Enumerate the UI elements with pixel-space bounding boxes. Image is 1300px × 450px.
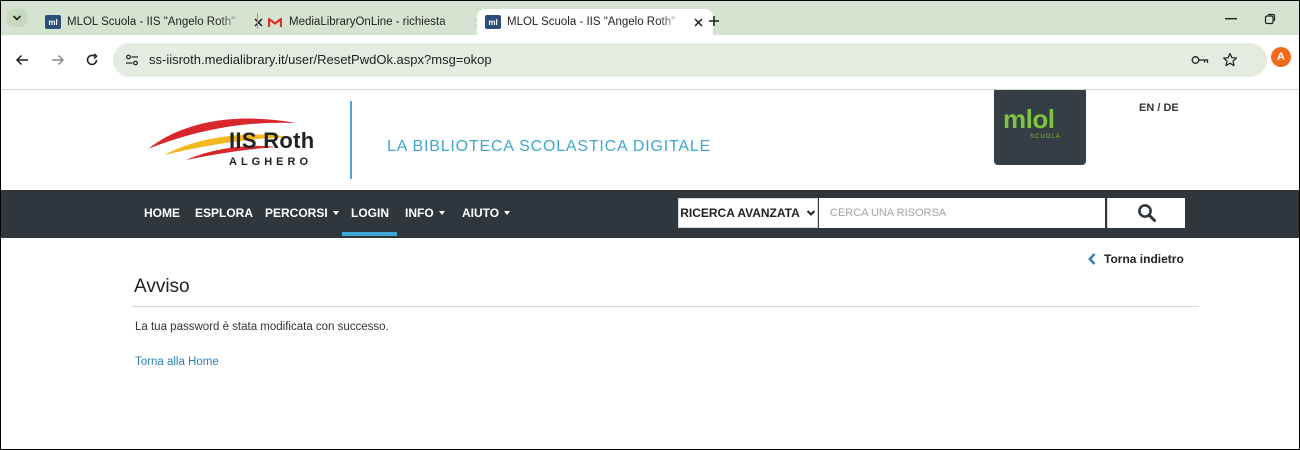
main-navigation: HOME ESPLORA PERCORSI LOGIN INFO AIUTO R…	[1, 190, 1299, 238]
nav-item-label: LOGIN	[351, 206, 389, 220]
back-arrow-icon[interactable]	[9, 47, 35, 73]
school-name: IIS Roth	[229, 128, 315, 153]
close-tab-icon[interactable]	[691, 15, 705, 29]
mlol-favicon-icon: ml	[45, 15, 61, 29]
header-divider	[350, 101, 352, 179]
password-key-icon[interactable]	[1189, 51, 1211, 69]
site-header: IIS Roth ALGHERO LA BIBLIOTECA SCOLASTIC…	[1, 90, 1299, 190]
browser-tab-1[interactable]: ml MLOL Scuola - IIS "Angelo Roth"	[45, 9, 265, 35]
search-icon	[1137, 204, 1156, 222]
tab-title: MediaLibraryOnLine - richiesta	[289, 16, 446, 28]
gmail-icon	[267, 15, 283, 29]
advanced-search-label: RICERCA AVANZATA	[680, 206, 800, 220]
nav-item-login[interactable]: LOGIN	[351, 206, 389, 220]
profile-avatar[interactable]: A	[1271, 47, 1291, 67]
mlol-scuola-logo[interactable]: mlol SCUOLA	[994, 90, 1086, 165]
title-divider	[132, 306, 1199, 307]
nav-item-label: PERCORSI	[265, 206, 328, 220]
language-switch[interactable]: EN / DE	[1139, 102, 1179, 114]
nav-item-home[interactable]: HOME	[144, 206, 180, 220]
reload-icon[interactable]	[79, 47, 105, 73]
nav-item-label: AIUTO	[462, 206, 500, 220]
new-tab-plus-icon[interactable]	[705, 12, 723, 30]
mlol-favicon-icon: ml	[485, 15, 501, 29]
page-title: Avviso	[134, 276, 190, 297]
browser-window: ml MLOL Scuola - IIS "Angelo Roth" Media…	[0, 0, 1300, 450]
search-button[interactable]	[1107, 198, 1185, 228]
back-link-label: Torna indietro	[1104, 252, 1184, 266]
tab-title: MLOL Scuola - IIS "Angelo Roth"	[507, 16, 676, 28]
browser-toolbar: ss-iisroth.medialibrary.it/user/ResetPwd…	[1, 35, 1299, 90]
tab-search-chevron-icon[interactable]	[7, 9, 27, 27]
minimize-icon[interactable]	[1219, 9, 1243, 29]
success-message: La tua password è stata modificata con s…	[135, 321, 389, 333]
caret-down-icon	[332, 211, 339, 215]
nav-item-esplora[interactable]: ESPLORA	[195, 206, 253, 220]
tab-strip: ml MLOL Scuola - IIS "Angelo Roth" Media…	[1, 1, 1299, 35]
site-info-icon[interactable]	[121, 50, 143, 70]
nav-item-label: HOME	[144, 206, 180, 220]
bookmark-star-icon[interactable]	[1219, 50, 1241, 70]
chevron-down-icon	[806, 210, 815, 216]
mlol-logo-text: mlol	[1003, 104, 1055, 134]
close-tab-icon[interactable]	[251, 15, 265, 29]
caret-down-icon	[504, 211, 511, 215]
nav-item-label: INFO	[405, 206, 434, 220]
back-to-home-link[interactable]: Torna alla Home	[135, 356, 219, 368]
url-text[interactable]: ss-iisroth.medialibrary.it/user/ResetPwd…	[149, 52, 492, 67]
advanced-search-dropdown[interactable]: RICERCA AVANZATA	[678, 198, 818, 228]
forward-arrow-icon[interactable]	[45, 47, 71, 73]
browser-tab-active[interactable]: ml MLOL Scuola - IIS "Angelo Roth"	[477, 9, 713, 35]
school-city: ALGHERO	[229, 156, 312, 168]
chevron-left-icon	[1088, 253, 1096, 265]
active-nav-indicator	[342, 232, 397, 236]
nav-item-info[interactable]: INFO	[405, 206, 445, 220]
address-bar[interactable]: ss-iisroth.medialibrary.it/user/ResetPwd…	[113, 43, 1267, 77]
nav-item-aiuto[interactable]: AIUTO	[462, 206, 511, 220]
nav-item-label: ESPLORA	[195, 206, 254, 220]
tab-title: MLOL Scuola - IIS "Angelo Roth"	[67, 16, 236, 28]
caret-down-icon	[438, 211, 445, 215]
site-tagline: LA BIBLIOTECA SCOLASTICA DIGITALE	[387, 138, 711, 155]
back-link[interactable]: Torna indietro	[1088, 252, 1184, 266]
browser-tab-2[interactable]: MediaLibraryOnLine - richiesta	[267, 9, 487, 35]
nav-item-percorsi[interactable]: PERCORSI	[265, 206, 339, 220]
tab-separator	[257, 13, 258, 29]
mlol-logo-subtext: SCUOLA	[1030, 134, 1061, 140]
restore-window-icon[interactable]	[1258, 9, 1282, 29]
search-input[interactable]	[819, 198, 1105, 228]
